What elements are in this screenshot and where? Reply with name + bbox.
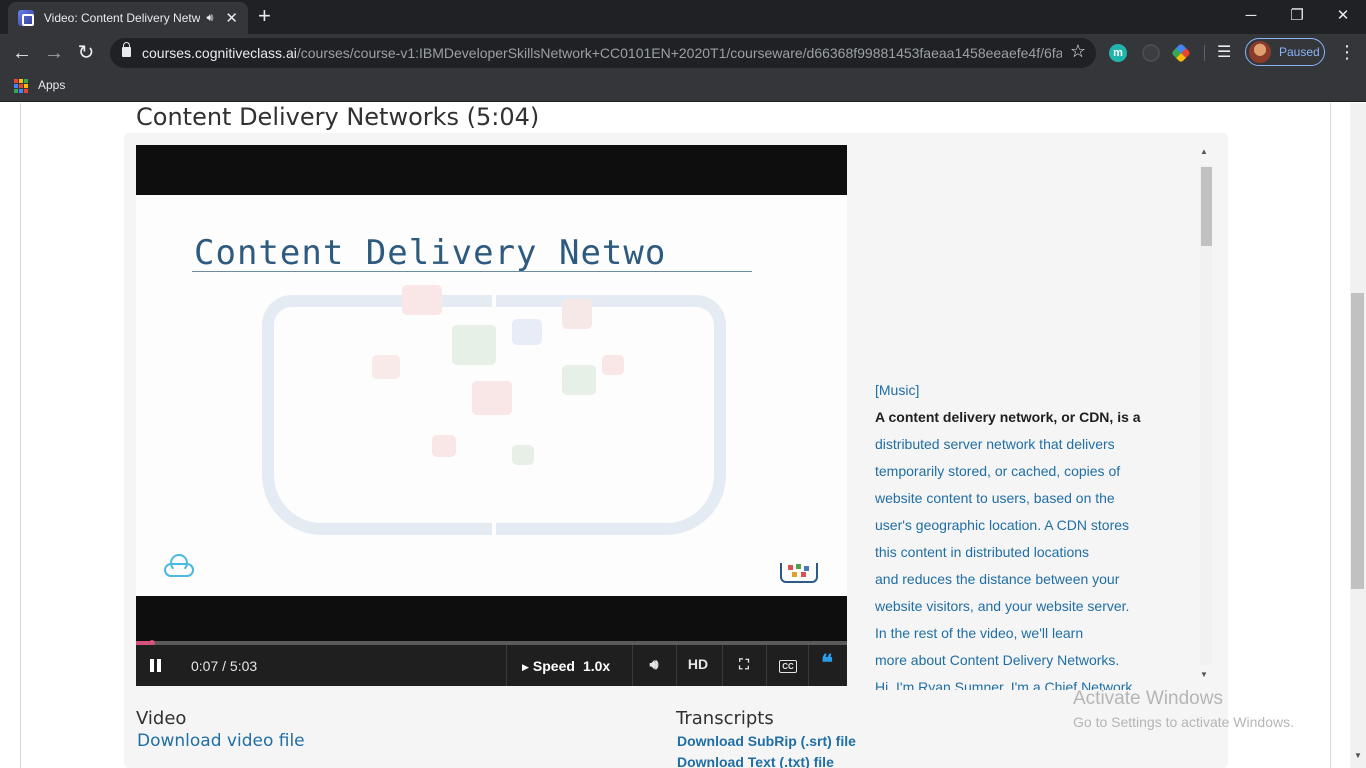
forward-icon[interactable]: → <box>41 41 67 65</box>
speed-value: 1.0x <box>582 658 611 674</box>
tab-close-icon[interactable]: ✕ <box>225 9 238 27</box>
apps-bookmark[interactable]: Apps <box>38 78 65 92</box>
hd-button[interactable]: HD <box>686 656 710 672</box>
extension-dark-icon[interactable] <box>1142 44 1160 62</box>
page-content: Content Delivery Networks (5:04) Content… <box>0 103 1366 768</box>
activate-windows-title: Activate Windows <box>1073 688 1223 709</box>
tab-audio-icon[interactable]: 🔊︎ <box>206 12 213 25</box>
bookmarks-bar: Apps <box>0 72 1366 102</box>
page-scroll-down-icon[interactable]: ▼ <box>1351 751 1365 760</box>
video-downloads-heading: Video <box>136 708 187 729</box>
close-window-icon[interactable]: ✕ <box>1320 4 1366 28</box>
transcript-line[interactable]: and reduces the distance between your <box>875 571 1119 587</box>
transcript-line[interactable]: user's geographic location. A CDN stores <box>875 517 1129 533</box>
transcripts-heading: Transcripts <box>676 708 774 729</box>
video-frame[interactable]: Content Delivery Netwo <box>136 195 847 596</box>
extension-color-icon[interactable] <box>1171 43 1191 63</box>
transcript-line[interactable]: website content to users, based on the <box>875 490 1115 506</box>
download-srt-link[interactable]: Download SubRip (.srt) file <box>677 733 856 749</box>
tab-bar: Video: Content Delivery Netw 🔊︎ ✕ + ─ ❐ … <box>0 0 1366 34</box>
video-title: Content Delivery Networks (5:04) <box>136 103 540 131</box>
transcript-line[interactable]: distributed server network that delivers <box>875 436 1115 452</box>
ibm-cloud-icon <box>162 551 196 581</box>
scroll-down-icon[interactable]: ▼ <box>1200 670 1208 679</box>
url-host: courses.cognitiveclass.ai <box>142 45 297 61</box>
transcript-line[interactable]: In the rest of the video, we'll learn <box>875 625 1083 641</box>
tab-title: Video: Content Delivery Netw <box>43 11 201 25</box>
transcript-line[interactable]: A content delivery network, or CDN, is a <box>875 409 1141 425</box>
speed-label: Speed <box>532 658 575 674</box>
apps-grid-icon[interactable] <box>14 79 28 93</box>
new-tab-icon[interactable]: + <box>258 5 271 27</box>
slide-title: Content Delivery Netwo <box>194 233 667 273</box>
time-display: 0:07 / 5:03 <box>191 658 258 674</box>
browser-tab[interactable]: Video: Content Delivery Netw 🔊︎ ✕ <box>8 2 248 34</box>
fullscreen-icon[interactable]: ⛶ <box>735 656 753 673</box>
volume-icon[interactable]: 🔊︎ <box>645 656 663 673</box>
scroll-up-icon[interactable]: ▲ <box>1200 147 1208 156</box>
transcript-panel[interactable]: ▲ ▼ [Music] A content delivery network, o… <box>867 145 1216 690</box>
back-icon[interactable]: ← <box>9 41 35 65</box>
bookmark-star-icon[interactable]: ☆ <box>1070 41 1086 62</box>
site-favicon-icon <box>18 10 34 26</box>
caret-right-icon: ▶ <box>522 662 529 672</box>
download-txt-link[interactable]: Download Text (.txt) file <box>677 754 834 768</box>
address-bar[interactable]: courses.cognitiveclass.ai/courses/course… <box>110 38 1096 68</box>
pause-icon[interactable] <box>150 659 162 672</box>
url-text[interactable]: courses.cognitiveclass.ai/courses/course… <box>142 45 1062 61</box>
transcript-toggle-icon[interactable]: ❝ <box>816 650 838 676</box>
video-controls: 0:07 / 5:03 ▶ Speed 1.0x 🔊︎ HD ⛶ CC ❝ <box>136 645 847 686</box>
url-path: /courses/course-v1:IBMDeveloperSkillsNet… <box>296 45 1062 61</box>
book-watermark-graphic <box>262 285 726 555</box>
slide-underline <box>192 271 752 272</box>
closed-captions-icon[interactable]: CC <box>777 656 799 673</box>
reload-icon[interactable]: ↻ <box>73 41 99 65</box>
browser-toolbar: ← → ↻ courses.cognitiveclass.ai/courses/… <box>0 34 1366 72</box>
transcript-line[interactable]: temporarily stored, or cached, copies of <box>875 463 1120 479</box>
content-border-right <box>1330 103 1331 768</box>
extension-m-icon[interactable]: m <box>1109 44 1127 62</box>
page-scroll-thumb[interactable] <box>1351 293 1364 589</box>
profile-button[interactable]: Paused <box>1245 38 1325 66</box>
transcript-line[interactable]: more about Content Delivery Networks. <box>875 652 1119 668</box>
content-border-left <box>20 103 21 768</box>
lock-icon[interactable] <box>122 42 131 57</box>
restore-icon[interactable]: ❐ <box>1274 4 1320 28</box>
profile-status: Paused <box>1279 45 1320 59</box>
transcript-line[interactable]: [Music] <box>875 382 919 398</box>
toolbar-divider <box>1204 45 1205 61</box>
transcript-scroll-thumb[interactable] <box>1201 167 1212 246</box>
transcript-line[interactable]: website visitors, and your website serve… <box>875 598 1129 614</box>
minimize-icon[interactable]: ─ <box>1228 4 1274 28</box>
video-player[interactable]: Content Delivery Netwo 0:07 / 5:03 ▶ Spee <box>136 145 847 686</box>
kebab-menu-icon[interactable]: ⋮ <box>1338 42 1356 63</box>
skills-network-logo-icon <box>780 561 818 583</box>
transcript-line[interactable]: this content in distributed locations <box>875 544 1089 560</box>
download-video-link[interactable]: Download video file <box>137 731 305 751</box>
activate-windows-subtitle: Go to Settings to activate Windows. <box>1073 714 1294 730</box>
media-control-icon[interactable]: ☰ <box>1217 42 1231 62</box>
avatar <box>1249 41 1271 63</box>
speed-button[interactable]: ▶ Speed 1.0x <box>522 658 610 674</box>
